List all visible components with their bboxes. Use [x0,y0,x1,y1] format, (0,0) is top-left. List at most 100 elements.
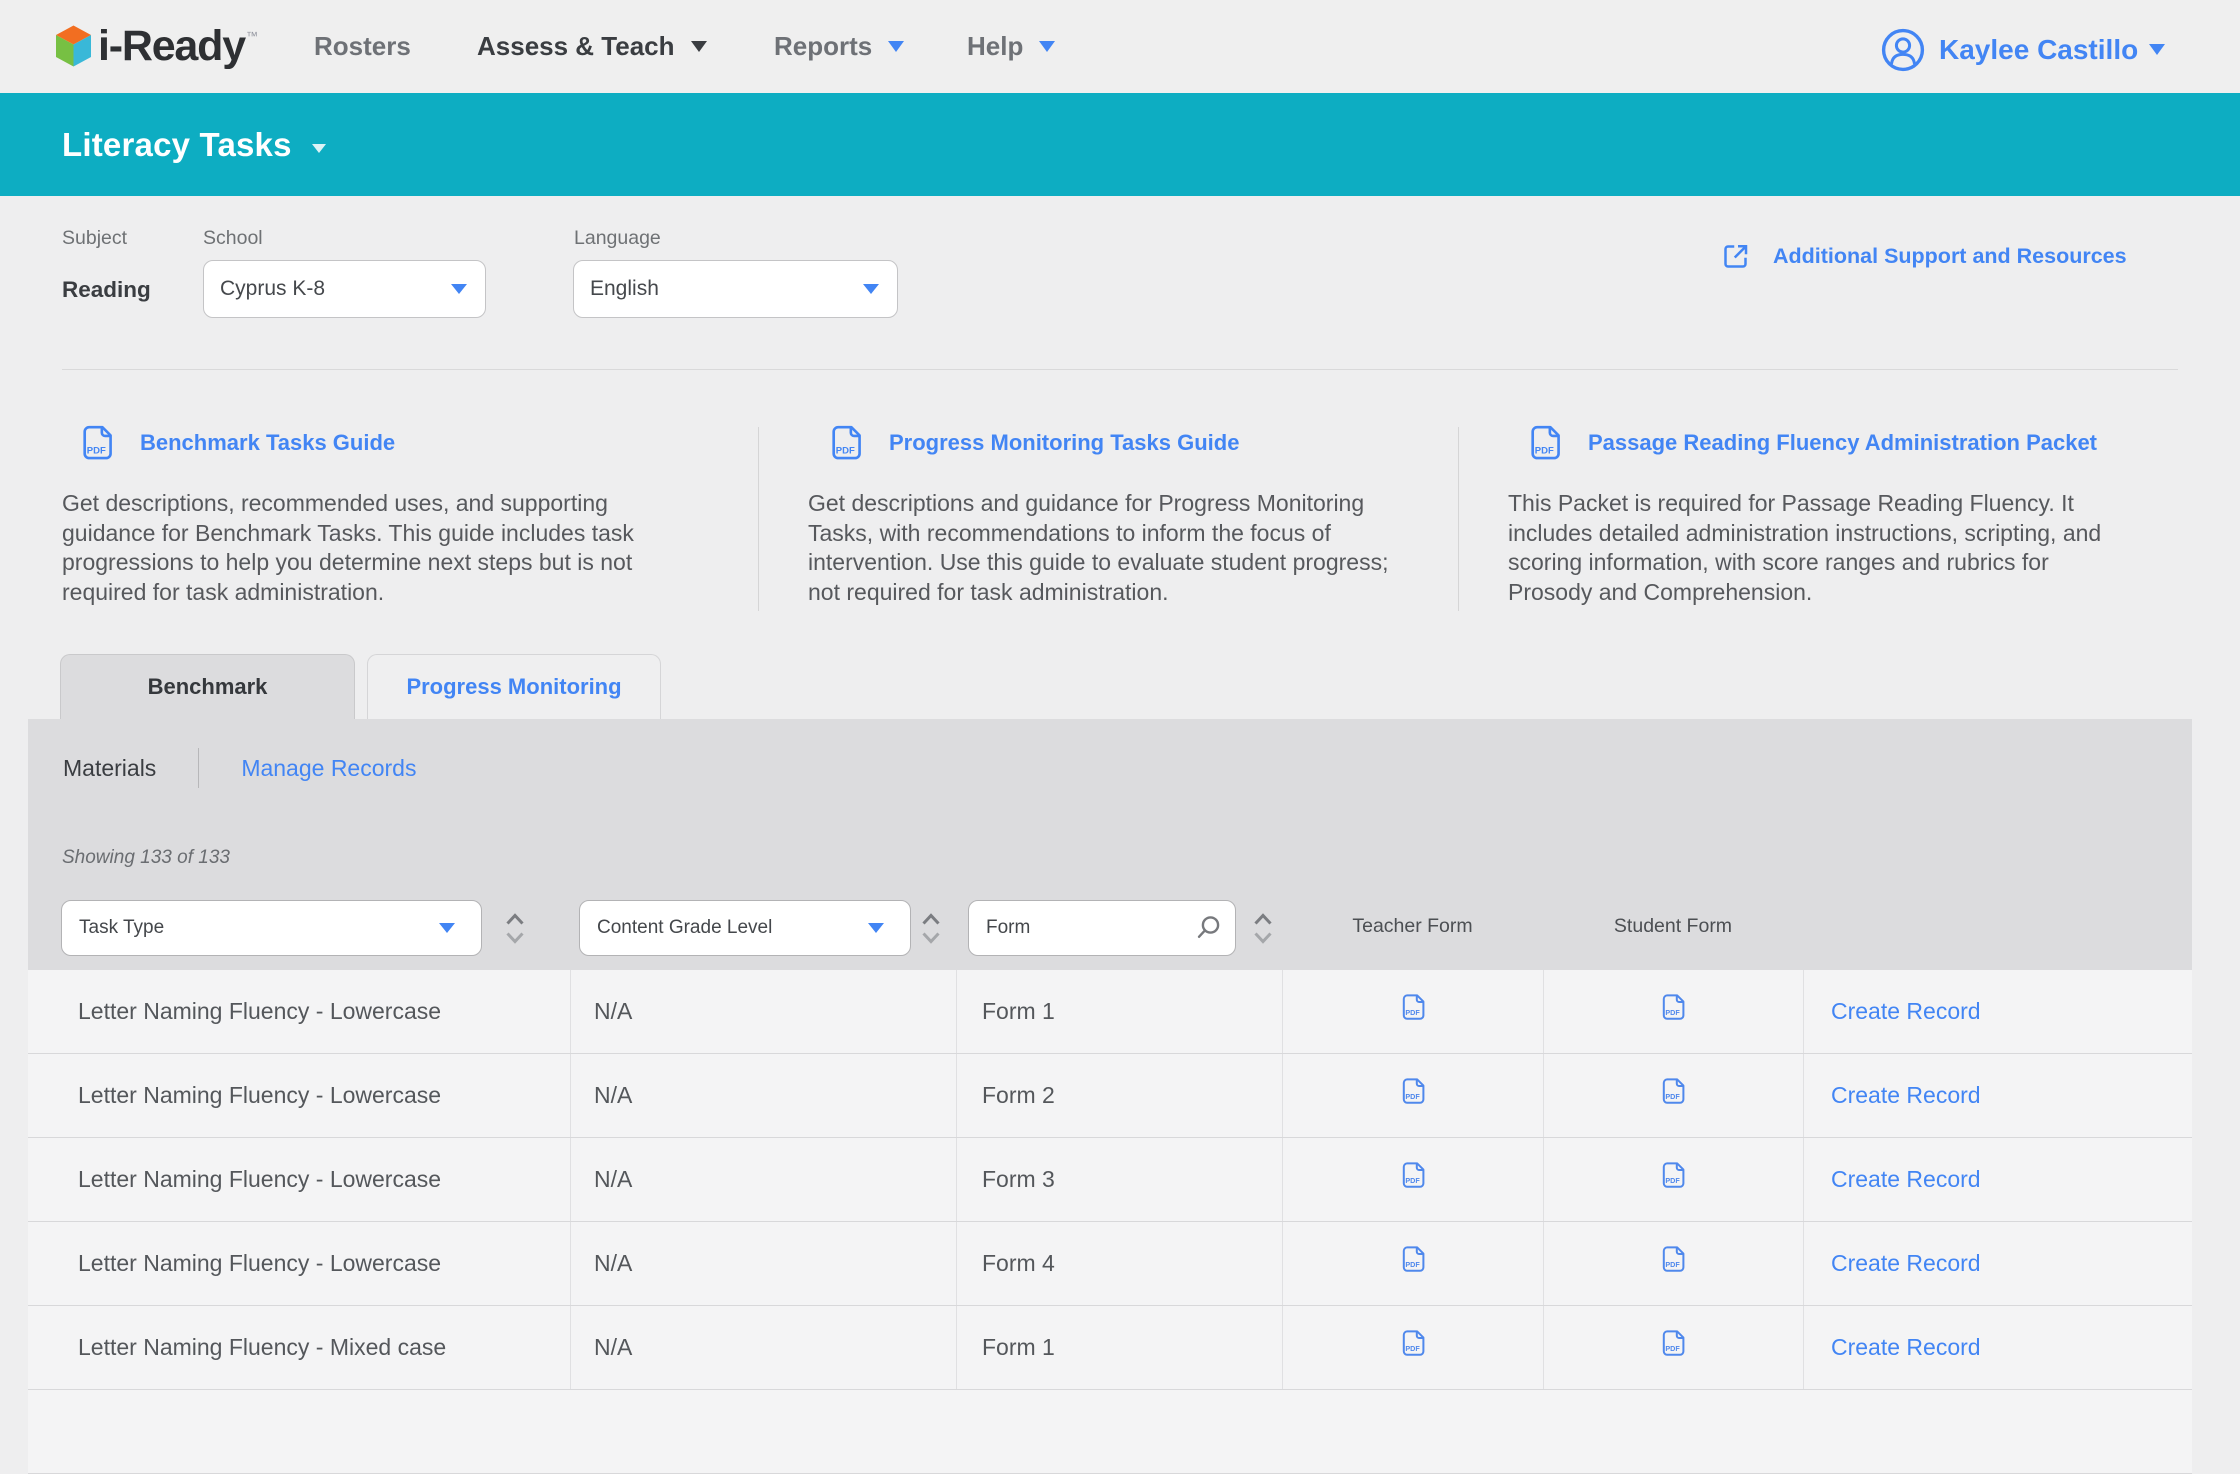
cell-grade-level: N/A [570,970,956,1053]
page-title-group[interactable]: Literacy Tasks [62,93,326,196]
student-form-pdf-button[interactable] [1543,1138,1803,1221]
nav-help[interactable]: Help [967,0,1055,93]
progress-guide-title: Progress Monitoring Tasks Guide [889,430,1239,456]
teacher-form-pdf-button[interactable] [1282,1054,1543,1137]
create-record-link[interactable]: Create Record [1831,998,1981,1025]
cell-form: Form 4 [956,1222,1282,1305]
grade-level-filter[interactable]: Content Grade Level [579,900,911,956]
language-select[interactable]: English [573,260,898,318]
sort-grade-level[interactable] [921,912,941,945]
iready-cube-icon [56,25,91,67]
cell-task-type: Letter Naming Fluency - Lowercase [78,1054,441,1137]
chevron-down-icon [2149,44,2165,55]
create-record-link[interactable]: Create Record [1831,1334,1981,1361]
create-record-link[interactable]: Create Record [1831,1166,1981,1193]
create-record-link[interactable]: Create Record [1831,1250,1981,1277]
pdf-icon [1401,1161,1426,1189]
cell-grade-level-text: N/A [594,998,632,1025]
pdf-icon [1529,424,1562,461]
pdf-icon [1401,1329,1426,1357]
subnav-manage-records[interactable]: Manage Records [241,755,416,782]
nav-assess-teach[interactable]: Assess & Teach [477,0,707,93]
table-row: Letter Naming Fluency - Lowercase N/A Fo… [28,1138,2192,1222]
teacher-form-pdf-button[interactable] [1282,970,1543,1053]
form-search[interactable]: Form [968,900,1236,956]
user-avatar-icon [1881,28,1925,72]
table-row: Letter Naming Fluency - Lowercase N/A Fo… [28,970,2192,1054]
student-form-pdf-button[interactable] [1543,1222,1803,1305]
sort-down-icon [505,931,525,945]
cell-grade-level: N/A [570,1306,956,1389]
table-row-partial [28,1390,2192,1474]
cell-form: Form 1 [956,1306,1282,1389]
task-type-filter[interactable]: Task Type [61,900,482,956]
cell-form: Form 1 [956,970,1282,1053]
progress-guide-link[interactable]: Progress Monitoring Tasks Guide [830,424,1239,461]
school-select[interactable]: Cyprus K-8 [203,260,486,318]
teacher-form-pdf-button[interactable] [1282,1222,1543,1305]
pdf-icon [1401,1245,1426,1273]
chevron-down-icon [863,284,879,294]
pdf-icon [81,424,114,461]
search-icon [1195,915,1221,941]
nav-reports[interactable]: Reports [774,0,904,93]
tab-benchmark[interactable]: Benchmark [60,654,355,719]
brand-name: i-Ready [98,22,245,71]
benchmark-guide-title: Benchmark Tasks Guide [140,430,395,456]
nav-rosters[interactable]: Rosters [314,0,411,93]
task-type-filter-value: Task Type [79,917,164,939]
cell-task-type: Letter Naming Fluency - Lowercase [78,1138,441,1221]
iready-logo[interactable]: i-Ready™ [56,23,257,69]
additional-support-link[interactable]: Additional Support and Resources [1721,241,2127,271]
cell-create-record: Create Record [1803,1306,2192,1389]
passage-guide-link[interactable]: Passage Reading Fluency Administration P… [1529,424,2097,461]
sort-task-type[interactable] [505,912,525,945]
grade-level-filter-value: Content Grade Level [597,917,772,939]
language-label: Language [574,227,661,250]
nav-rosters-label: Rosters [314,31,411,62]
passage-guide-title: Passage Reading Fluency Administration P… [1588,430,2097,456]
chevron-down-icon [439,923,455,933]
subnav-materials[interactable]: Materials [63,755,156,782]
sort-down-icon [1253,931,1273,945]
passage-guide-desc: This Packet is required for Passage Read… [1508,489,2168,607]
cell-task-type-text: Letter Naming Fluency - Lowercase [78,1166,441,1193]
page-banner [0,93,2240,196]
cell-grade-level: N/A [570,1054,956,1137]
cell-form-text: Form 2 [982,1082,1055,1109]
sort-up-icon [921,912,941,926]
cell-grade-level: N/A [570,1138,956,1221]
school-select-value: Cyprus K-8 [220,277,325,301]
cell-grade-level-text: N/A [594,1166,632,1193]
chevron-down-icon [691,41,707,52]
chevron-down-icon [868,923,884,933]
cell-task-type: Letter Naming Fluency - Mixed case [78,1306,446,1389]
cell-grade-level-text: N/A [594,1250,632,1277]
additional-support-label: Additional Support and Resources [1773,244,2127,269]
create-record-link[interactable]: Create Record [1831,1082,1981,1109]
student-form-pdf-button[interactable] [1543,1054,1803,1137]
cell-task-type-text: Letter Naming Fluency - Lowercase [78,1250,441,1277]
user-menu[interactable]: Kaylee Castillo [1881,3,2165,96]
nav-assess-teach-label: Assess & Teach [477,31,675,62]
pdf-icon [1401,1077,1426,1105]
tab-progress-monitoring[interactable]: Progress Monitoring [367,654,661,719]
school-label: School [203,227,263,250]
benchmark-guide-link[interactable]: Benchmark Tasks Guide [81,424,395,461]
pdf-icon [1661,1245,1686,1273]
pdf-icon [1661,993,1686,1021]
student-form-pdf-button[interactable] [1543,1306,1803,1389]
student-form-pdf-button[interactable] [1543,970,1803,1053]
teacher-form-header: Teacher Form [1282,897,1543,955]
progress-guide-desc: Get descriptions and guidance for Progre… [808,489,1448,607]
table-row: Letter Naming Fluency - Lowercase N/A Fo… [28,1054,2192,1138]
nav-reports-label: Reports [774,31,872,62]
sort-form[interactable] [1253,912,1273,945]
teacher-form-pdf-button[interactable] [1282,1138,1543,1221]
pdf-icon [1661,1329,1686,1357]
teacher-form-pdf-button[interactable] [1282,1306,1543,1389]
cell-grade-level: N/A [570,1222,956,1305]
cell-create-record: Create Record [1803,1222,2192,1305]
subject-value: Reading [62,277,151,303]
sort-up-icon [1253,912,1273,926]
